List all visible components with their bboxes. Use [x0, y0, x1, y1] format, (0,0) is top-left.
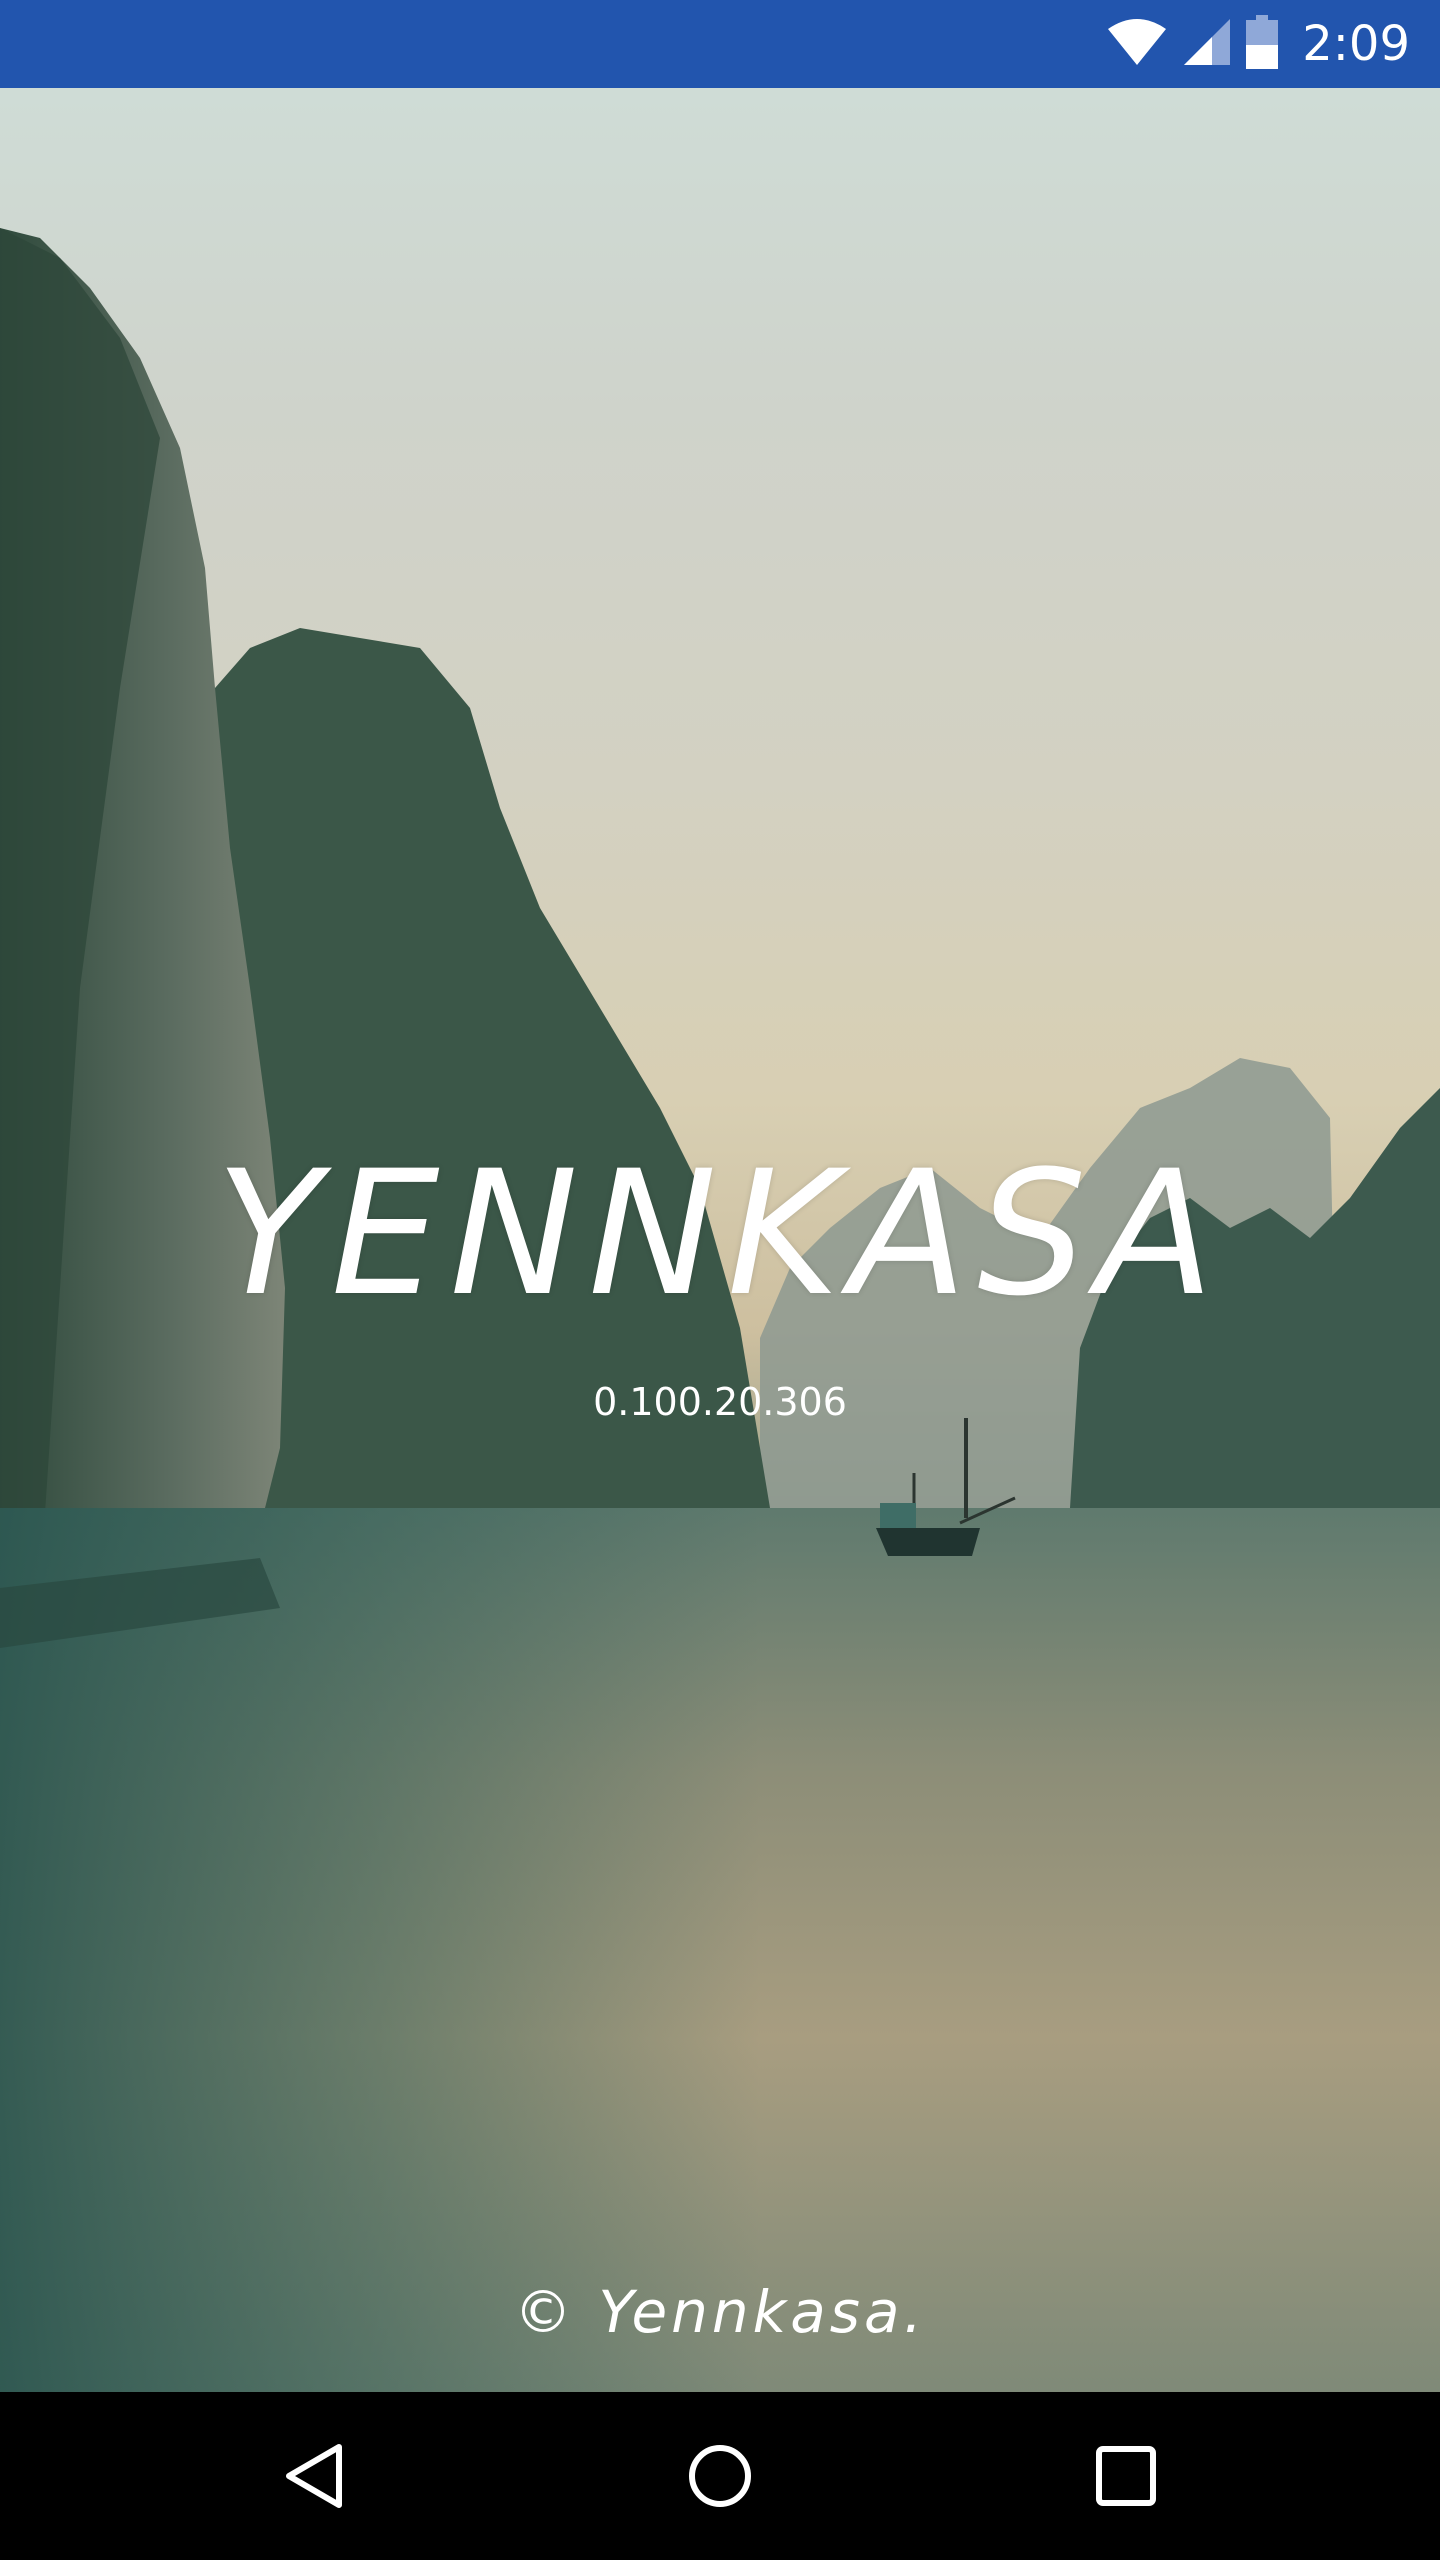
status-bar: 2:09	[0, 0, 1440, 88]
splash-screen: YENNKASA 0.100.20.306 © Yennkasa.	[0, 88, 1440, 2392]
recents-button[interactable]	[1086, 2436, 1166, 2516]
app-title: YENNKASA	[215, 1133, 1225, 1334]
home-circle-icon	[689, 2445, 751, 2507]
back-triangle-icon	[286, 2444, 342, 2508]
status-icons: 2:09	[1106, 0, 1410, 88]
copyright-text: © Yennkasa.	[513, 2278, 927, 2346]
status-time: 2:09	[1302, 16, 1410, 72]
home-button[interactable]	[680, 2436, 760, 2516]
wifi-icon	[1106, 17, 1168, 71]
back-button[interactable]	[274, 2436, 354, 2516]
battery-icon	[1246, 15, 1279, 73]
navigation-bar	[0, 2392, 1440, 2560]
version-number: 0.100.20.306	[593, 1380, 847, 1424]
cellular-signal-icon	[1182, 17, 1232, 71]
recents-square-icon	[1096, 2446, 1156, 2506]
